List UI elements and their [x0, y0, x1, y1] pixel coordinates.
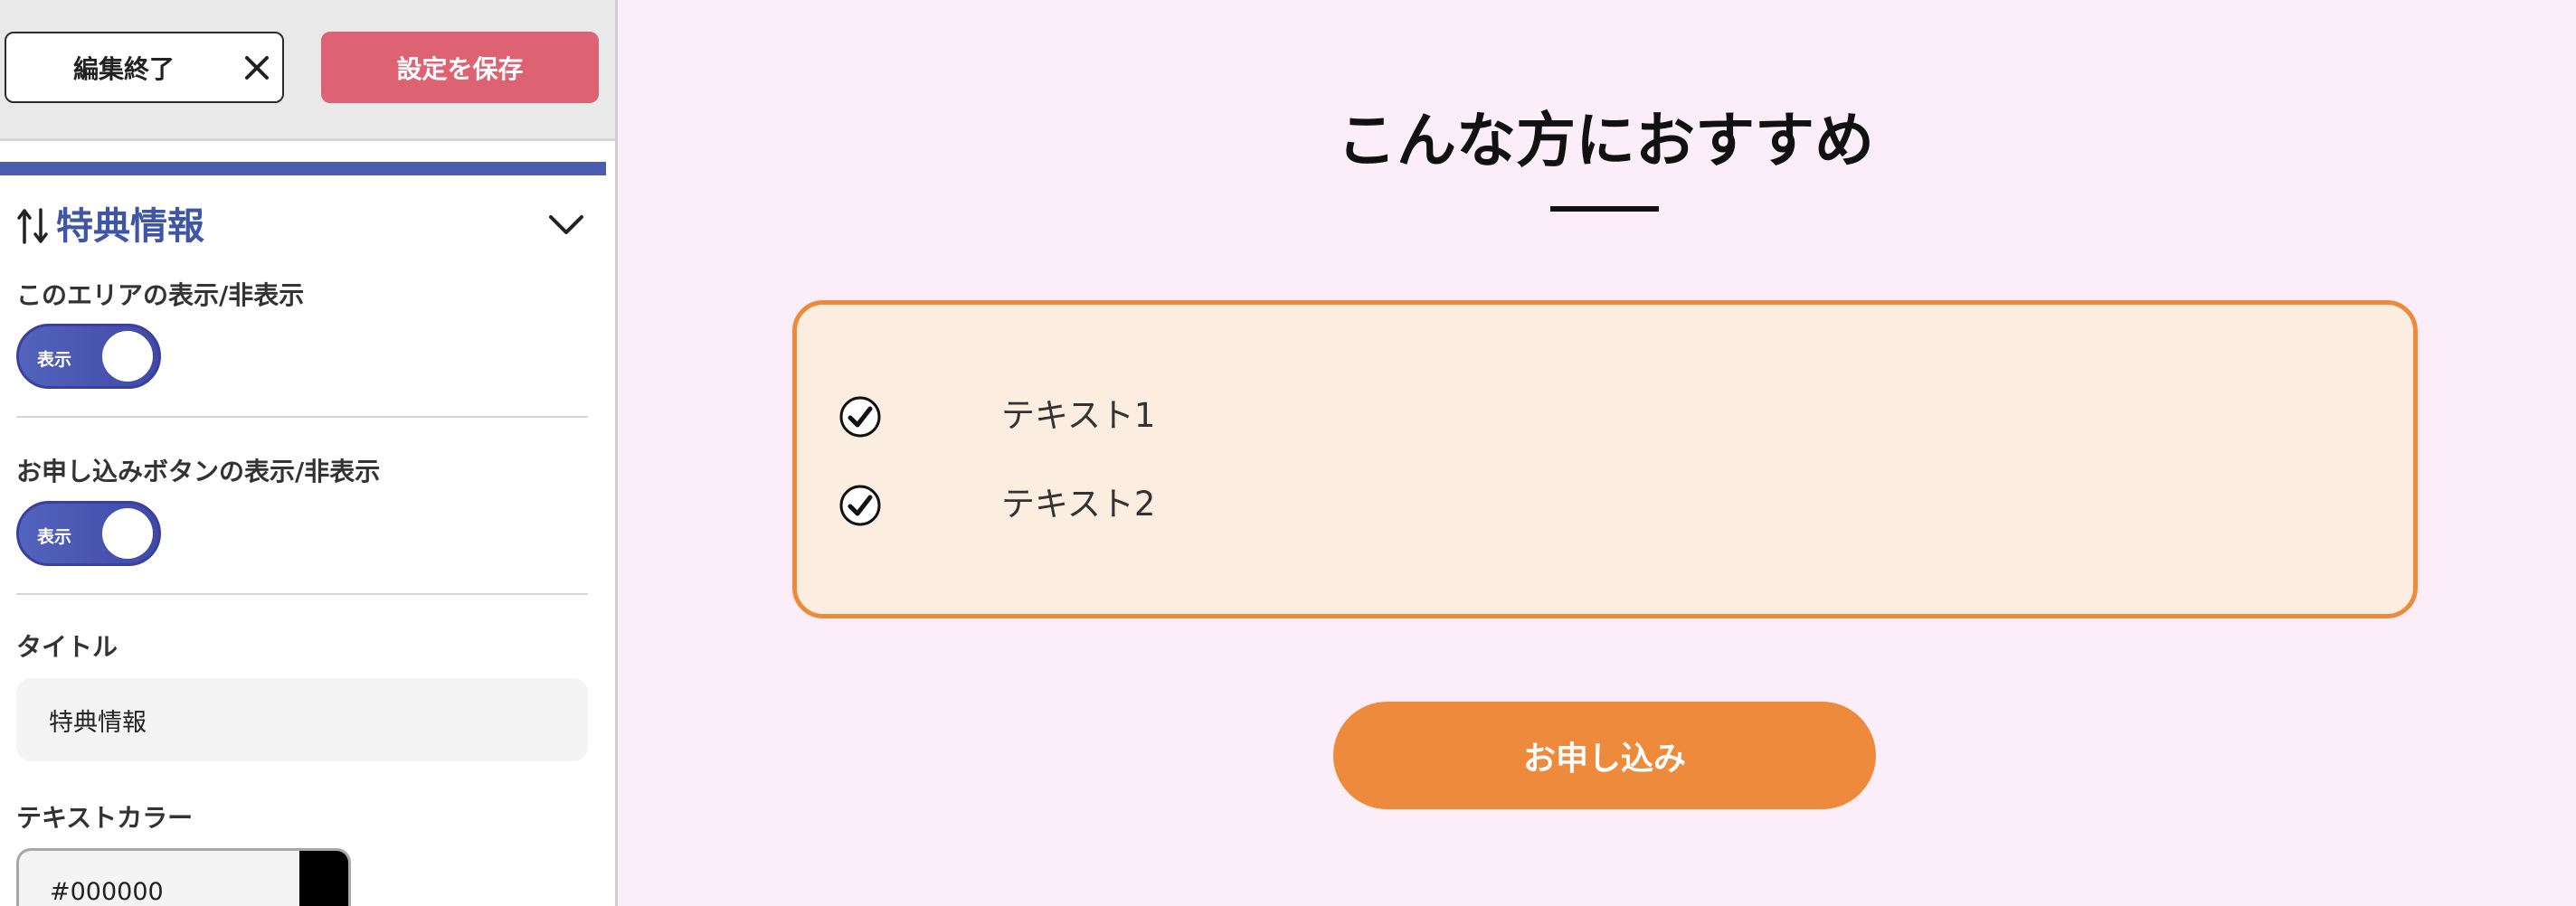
text-color-label: テキストカラー [16, 803, 194, 833]
toggle-label: 表示 [37, 350, 72, 370]
chevron-down-icon[interactable] [548, 213, 584, 237]
apply-button-visibility-toggle[interactable]: 表示 [16, 501, 161, 566]
section-heading: こんな方におすすめ [1337, 106, 1874, 175]
apply-button[interactable]: お申し込み [1333, 702, 1876, 809]
list-item-text: テキスト1 [1001, 396, 1156, 435]
title-input[interactable] [16, 678, 588, 761]
close-editing-button[interactable]: 編集終了 [5, 32, 284, 103]
list-item: テキスト2 [838, 478, 1562, 533]
apply-button-visibility-label: お申し込みボタンの表示/非表示 [16, 457, 381, 486]
check-circle-icon [839, 485, 881, 526]
toggle-knob [102, 508, 153, 559]
editor-toolbar: 編集終了 設定を保存 [0, 0, 615, 141]
editor-sidebar: 編集終了 設定を保存 特典情報 このエリアの表示/非表示 表示 お申し込みボタン… [0, 0, 618, 906]
heading-underline [1550, 206, 1659, 212]
close-editing-label: 編集終了 [72, 53, 175, 84]
area-visibility-toggle[interactable]: 表示 [16, 324, 161, 389]
list-item-text: テキスト2 [1001, 485, 1156, 524]
panel-title: 特典情報 [56, 204, 204, 248]
save-settings-button[interactable]: 設定を保存 [321, 32, 599, 103]
text-color-value: #000000 [50, 878, 164, 906]
toggle-label: 表示 [37, 527, 72, 547]
list-item: テキスト1 [838, 390, 1562, 444]
close-icon [245, 56, 269, 80]
title-field-label: タイトル [16, 632, 118, 662]
recommendation-box: テキスト1 テキスト2 [792, 300, 2418, 618]
panel-header[interactable]: 特典情報 [16, 201, 586, 251]
divider [16, 416, 588, 418]
divider [16, 593, 588, 595]
panel-accent-bar [0, 162, 606, 175]
text-color-field[interactable]: #000000 [16, 848, 351, 906]
color-swatch[interactable] [299, 851, 348, 906]
toggle-knob [102, 331, 153, 382]
area-visibility-label: このエリアの表示/非表示 [16, 280, 305, 310]
sort-icon[interactable] [16, 206, 49, 246]
check-circle-icon [839, 396, 881, 438]
